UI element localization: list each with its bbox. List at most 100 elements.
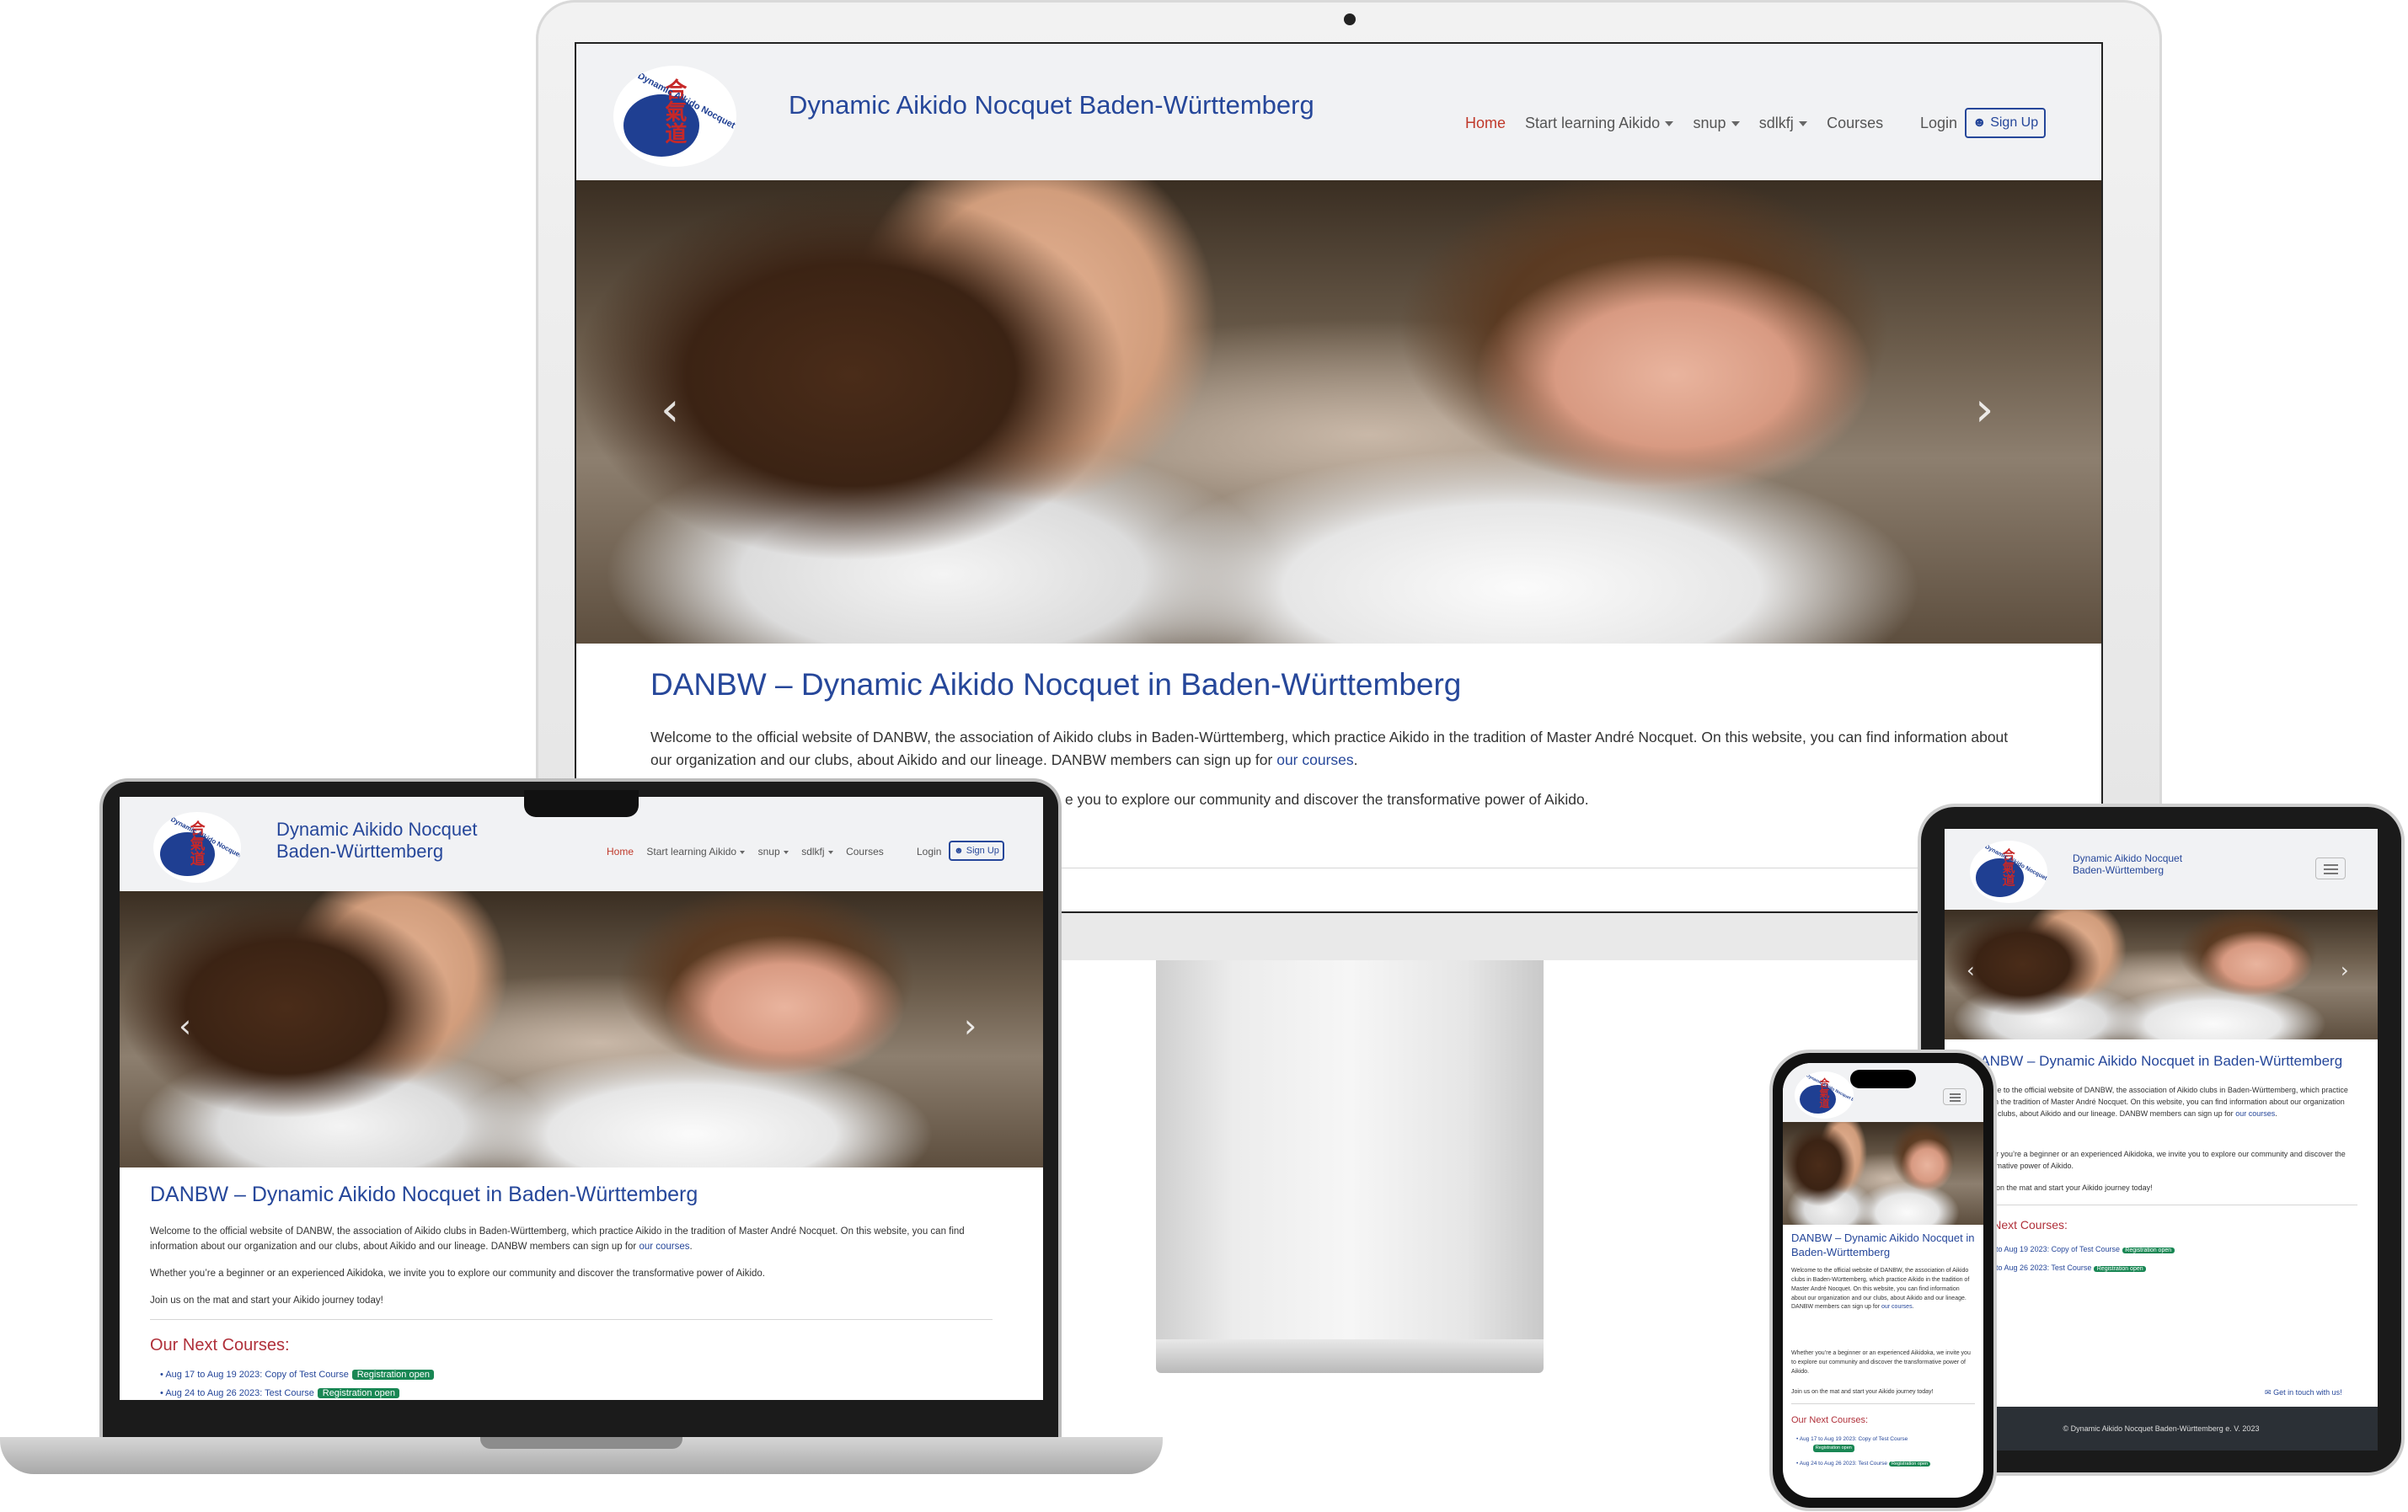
course-link[interactable]: Aug 24 to Aug 26 2023: Test Course bbox=[165, 1388, 314, 1398]
site-title[interactable]: Dynamic Aikido Nocquet Baden-Württemberg bbox=[276, 819, 477, 863]
nav-home[interactable]: Home bbox=[607, 846, 634, 858]
page-title: DANBW – Dynamic Aikido Nocquet in Baden-… bbox=[1970, 1053, 2343, 1069]
courses-link[interactable]: our courses bbox=[1276, 751, 1353, 768]
carousel-next-icon[interactable]: › bbox=[2341, 959, 2349, 982]
nav-snup[interactable]: snup bbox=[758, 846, 789, 858]
courses-link[interactable]: our courses bbox=[2235, 1109, 2275, 1118]
intro-text: Welcome to the official website of DANBW… bbox=[150, 1226, 965, 1252]
carousel-next-icon[interactable]: › bbox=[1975, 382, 1993, 437]
nav-sdlkfj-label: sdlkfj bbox=[1758, 115, 1794, 131]
course-item[interactable]: • Aug 24 to Aug 26 2023: Test Course Regi… bbox=[160, 1388, 400, 1398]
nav-snup-label: snup bbox=[1693, 115, 1726, 131]
page-title: DANBW – Dynamic Aikido Nocquet in Baden-… bbox=[1791, 1232, 1974, 1260]
signup-button[interactable]: ☻ Sign Up bbox=[949, 841, 1004, 861]
signup-label: Sign Up bbox=[966, 846, 999, 856]
logo[interactable]: 合氣道 Dynamic Aikido Nocquet BW e.V. bbox=[613, 66, 736, 167]
carousel-prev-icon[interactable]: ‹ bbox=[661, 382, 679, 437]
site-title-line1: Dynamic Aikido Nocquet bbox=[2073, 852, 2183, 864]
nav-courses[interactable]: Courses bbox=[1827, 115, 1883, 132]
nav-snup[interactable]: snup bbox=[1693, 115, 1740, 132]
registration-badge: Registration open bbox=[1889, 1461, 1930, 1467]
hamburger-icon-bar bbox=[1949, 1100, 1961, 1102]
chevron-down-icon bbox=[1799, 121, 1808, 127]
chevron-down-icon bbox=[740, 850, 746, 854]
site-title[interactable]: Dynamic Aikido Nocquet Baden-Württemberg bbox=[789, 89, 1314, 120]
site-title-line2: Baden-Württemberg bbox=[2073, 864, 2165, 877]
contact-label: Get in touch with us! bbox=[2273, 1388, 2342, 1397]
laptop-screen: 合氣道 Dynamic Aikido Nocquet BW e.V. Dynam… bbox=[120, 797, 1043, 1400]
carousel-prev-icon[interactable]: ‹ bbox=[179, 1007, 191, 1045]
logo[interactable]: 合氣道 Dynamic Aikido Nocquet BW e.V. bbox=[153, 812, 241, 883]
registration-badge: Registration open bbox=[352, 1370, 435, 1380]
imac-camera bbox=[1344, 13, 1356, 25]
page-title: DANBW – Dynamic Aikido Nocquet in Baden-… bbox=[150, 1183, 698, 1206]
nav-start-learning[interactable]: Start learning Aikido bbox=[646, 846, 746, 858]
login-link[interactable]: Login bbox=[1920, 115, 1957, 132]
hero-carousel: ‹ › bbox=[1945, 910, 2378, 1039]
intro-paragraph: Welcome to the official website of DANBW… bbox=[150, 1225, 1001, 1255]
signup-button[interactable]: ☻ Sign Up bbox=[1965, 108, 2046, 138]
course-link[interactable]: Aug 24 to Aug 26 2023: Test Course bbox=[1800, 1461, 1887, 1467]
nav-sdlkfj[interactable]: sdlkfj bbox=[801, 846, 833, 858]
imac-stand bbox=[1156, 960, 1544, 1339]
course-item[interactable]: Aug 17 to Aug 19 2023: Copy of Test Cour… bbox=[1970, 1245, 2175, 1253]
nav-start-learning[interactable]: Start learning Aikido bbox=[1525, 115, 1674, 132]
nav-start-learning-label: Start learning Aikido bbox=[646, 846, 737, 858]
courses-link[interactable]: our courses bbox=[1881, 1304, 1913, 1310]
contact-link[interactable]: ✉ Get in touch with us! bbox=[2265, 1388, 2342, 1397]
chevron-down-icon bbox=[1665, 121, 1674, 127]
site-title[interactable]: Dynamic Aikido Nocquet Baden-Württemberg bbox=[2073, 852, 2182, 877]
tablet-screen: 合氣道 Dynamic Aikido Nocquet BW e.V. Dynam… bbox=[1945, 829, 2378, 1451]
nav-home[interactable]: Home bbox=[1465, 115, 1506, 132]
intro-text: Welcome to the official website of DANBW… bbox=[1791, 1268, 1970, 1311]
courses-link[interactable]: our courses bbox=[639, 1242, 689, 1252]
main-menu: Home Start learning Aikido snup sdlkfj C… bbox=[607, 846, 884, 858]
intro-end: . bbox=[1912, 1304, 1914, 1311]
page-title-line1: DANBW – Dynamic Aikido Nocquet in bbox=[1791, 1232, 1975, 1244]
chevron-down-icon bbox=[1731, 121, 1740, 127]
nav-courses[interactable]: Courses bbox=[846, 846, 884, 858]
registration-badge: Registration open bbox=[2122, 1248, 2175, 1253]
course-link[interactable]: Aug 17 to Aug 19 2023: Copy of Test Cour… bbox=[165, 1370, 349, 1380]
menu-toggle-button[interactable] bbox=[1943, 1088, 1967, 1105]
registration-badge: Registration open bbox=[318, 1388, 400, 1398]
course-item[interactable]: • Aug 24 to Aug 26 2023: Test Course Regi… bbox=[1796, 1461, 1930, 1467]
course-item[interactable]: Aug 24 to Aug 26 2023: Test Course Regist… bbox=[1970, 1264, 2147, 1272]
hamburger-icon-bar bbox=[2323, 868, 2338, 870]
course-link[interactable]: Aug 17 to Aug 19 2023: Copy of Test Cour… bbox=[1800, 1436, 1908, 1442]
course-item[interactable]: • Aug 17 to Aug 19 2023: Copy of Test Co… bbox=[160, 1370, 435, 1380]
carousel-prev-icon[interactable]: ‹ bbox=[1967, 959, 1975, 982]
intro-paragraph: Welcome to the official website of DANBW… bbox=[1970, 1085, 2357, 1120]
nav-sdlkfj-label: sdlkfj bbox=[801, 846, 825, 858]
login-link[interactable]: Login bbox=[917, 846, 941, 858]
logo[interactable]: 合氣道 Dynamic Aikido Nocquet BW e.V. bbox=[1970, 841, 2047, 903]
registration-badge: Registration open bbox=[2094, 1266, 2147, 1272]
course-item[interactable]: • Aug 17 to Aug 19 2023: Copy of Test Co… bbox=[1796, 1435, 1908, 1453]
chevron-down-icon bbox=[827, 850, 833, 854]
hamburger-icon bbox=[1949, 1093, 1961, 1095]
join-paragraph: Join us on the mat and start your Aikido… bbox=[1791, 1389, 1934, 1395]
user-icon: ☻ bbox=[954, 846, 964, 856]
nav-sdlkfj[interactable]: sdlkfj bbox=[1758, 115, 1808, 132]
menu-toggle-button[interactable] bbox=[2315, 858, 2346, 879]
page-title-line2: Baden-Württemberg bbox=[1791, 1245, 1891, 1258]
divider bbox=[1791, 1403, 1975, 1404]
intro-end: . bbox=[689, 1241, 693, 1252]
phone-dynamic-island bbox=[1850, 1070, 1916, 1088]
carousel-next-icon[interactable]: › bbox=[964, 1007, 977, 1045]
logo[interactable]: 合氣道 Dynamic Aikido Nocquet BW e.V. bbox=[1795, 1071, 1854, 1119]
divider bbox=[150, 1319, 993, 1320]
main-menu: Home Start learning Aikido snup sdlkfj C… bbox=[1465, 115, 1883, 132]
join-paragraph: Join us on the mat and start your Aikido… bbox=[1970, 1183, 2153, 1192]
hamburger-icon-bar bbox=[1949, 1097, 1961, 1098]
footer-copyright: © Dynamic Aikido Nocquet Baden-Württembe… bbox=[2063, 1424, 2260, 1433]
courses-heading: Our Next Courses: bbox=[150, 1336, 290, 1354]
hero-carousel bbox=[1783, 1122, 1983, 1225]
registration-badge: Registration open bbox=[1813, 1445, 1854, 1453]
hero-carousel: ‹ › bbox=[576, 180, 2101, 644]
site-title-line1: Dynamic Aikido Nocquet bbox=[276, 819, 478, 840]
intro-end: . bbox=[1353, 751, 1358, 769]
phone-screen: 合氣道 Dynamic Aikido Nocquet BW e.V. DANBW… bbox=[1783, 1063, 1983, 1498]
hero-carousel: ‹ › bbox=[120, 891, 1043, 1167]
intro-paragraph: Welcome to the official website of DANBW… bbox=[1791, 1267, 1975, 1312]
